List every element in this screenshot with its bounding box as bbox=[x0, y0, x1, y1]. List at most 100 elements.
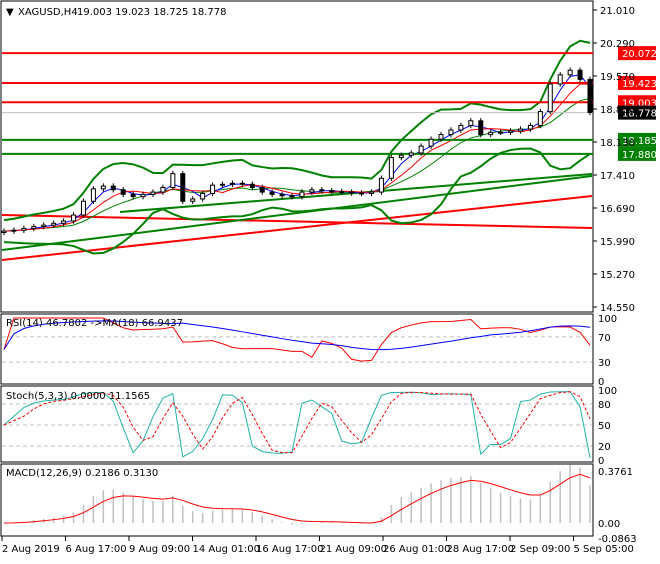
x-tick-label: 9 Aug 09:00 bbox=[129, 544, 190, 555]
candle-body bbox=[130, 193, 136, 198]
rsi-y-label: 70 bbox=[598, 333, 611, 344]
candle-body bbox=[279, 193, 285, 197]
y-tick-label: 20.290 bbox=[600, 39, 635, 50]
candle-body bbox=[468, 120, 474, 126]
candle-body bbox=[160, 186, 166, 193]
candle-body bbox=[220, 183, 226, 186]
candle-body bbox=[170, 173, 176, 188]
main-panel-frame bbox=[0, 0, 594, 313]
rsi-title: RSI(14) 46.7802 ->MA(18) 66.9437 bbox=[6, 318, 183, 329]
y-tick-label: 15.990 bbox=[600, 237, 635, 248]
stoch-y-label: 50 bbox=[598, 421, 611, 432]
chart-canvas[interactable]: 20.07219.42319.00318.77818.18517.88021.0… bbox=[0, 0, 660, 560]
candle-body bbox=[309, 189, 315, 193]
candle-body bbox=[498, 131, 504, 134]
candle-body bbox=[517, 128, 523, 132]
candle-body bbox=[508, 130, 514, 133]
candle-body bbox=[239, 182, 245, 185]
candle-body bbox=[378, 177, 384, 193]
candle-body bbox=[458, 124, 464, 131]
candle-body bbox=[478, 120, 484, 136]
y-tick-label: 15.270 bbox=[600, 270, 635, 281]
candle-body bbox=[587, 78, 593, 114]
y-tick-label: 21.010 bbox=[600, 6, 635, 17]
x-tick-label: 2 Sep 09:00 bbox=[510, 544, 570, 555]
candle-body bbox=[31, 226, 37, 229]
stoch-title: Stoch(5,3,3) 0.0000 11.1565 bbox=[6, 391, 150, 402]
candle-body bbox=[349, 191, 355, 194]
candle-body bbox=[368, 191, 374, 194]
green-trendline-long bbox=[1, 175, 593, 251]
red-trendline-flat bbox=[1, 214, 593, 229]
candle-body bbox=[150, 191, 156, 195]
y-tick-label: 17.410 bbox=[600, 171, 635, 182]
candle-body bbox=[428, 138, 434, 147]
candle-body bbox=[210, 184, 216, 194]
symbol-label: XAGUSD,H4 bbox=[18, 7, 78, 18]
candle-body bbox=[11, 229, 17, 232]
y-tick-label: 19.570 bbox=[600, 72, 635, 83]
dropdown-triangle-icon[interactable]: ▼ bbox=[6, 7, 14, 18]
macd-y-label: -0.0863 bbox=[598, 534, 637, 545]
level-tag-label: 17.880 bbox=[622, 150, 657, 161]
level-tag-label: 20.072 bbox=[622, 49, 657, 60]
ma-slow-line bbox=[3, 83, 591, 232]
candle-body bbox=[577, 69, 583, 80]
candle-body bbox=[100, 185, 106, 190]
y-tick-label: 16.690 bbox=[600, 204, 635, 215]
candle-body bbox=[200, 192, 206, 200]
candle-body bbox=[71, 214, 77, 222]
rsi-y-label: 100 bbox=[598, 314, 617, 325]
candle-body bbox=[190, 198, 196, 202]
candle-body bbox=[339, 191, 345, 194]
candle-body bbox=[418, 145, 424, 154]
stoch-y-label: 0 bbox=[598, 456, 604, 467]
candle-body bbox=[61, 220, 67, 224]
x-tick-label: 6 Aug 17:00 bbox=[66, 544, 127, 555]
macd-y-label: 0.3761 bbox=[598, 467, 633, 478]
candle-body bbox=[329, 190, 335, 193]
x-tick-label: 21 Aug 09:00 bbox=[320, 544, 387, 555]
stoch-y-label: 80 bbox=[598, 400, 611, 411]
candle-body bbox=[567, 69, 573, 76]
candle-body bbox=[140, 193, 146, 198]
red-trendline-rising bbox=[1, 195, 593, 261]
stoch-y-label: 100 bbox=[598, 386, 617, 397]
candle-body bbox=[120, 189, 126, 195]
candle-body bbox=[448, 129, 454, 136]
chart-window: 20.072 19.423 19.003 18.778 18.185 17.880 21.0… bbox=[0, 0, 660, 560]
candle-body bbox=[249, 183, 255, 188]
stoch-y-label: 20 bbox=[598, 442, 611, 453]
y-tick-label: 18.130 bbox=[600, 138, 635, 149]
y-tick-label: 18.850 bbox=[600, 105, 635, 116]
candle-body bbox=[359, 192, 365, 195]
candle-body bbox=[537, 111, 543, 126]
ohlc-readout: 19.003 19.023 18.725 18.778 bbox=[77, 7, 227, 18]
macd-y-label: 0.00 bbox=[598, 519, 620, 530]
candle-body bbox=[80, 200, 86, 216]
candle-body bbox=[51, 222, 57, 226]
candle-body bbox=[1, 230, 7, 234]
candle-body bbox=[557, 74, 563, 85]
x-tick-label: 2 Aug 2019 bbox=[2, 544, 60, 555]
candle-body bbox=[289, 195, 295, 198]
x-tick-label: 28 Aug 17:00 bbox=[447, 544, 514, 555]
candle-body bbox=[438, 134, 444, 140]
candle-body bbox=[229, 182, 235, 185]
candle-body bbox=[408, 152, 414, 156]
candle-body bbox=[388, 157, 394, 179]
candle-body bbox=[547, 83, 553, 113]
candle-body bbox=[527, 124, 533, 130]
candle-body bbox=[269, 191, 275, 195]
candle-body bbox=[41, 224, 47, 228]
x-tick-label: 16 Aug 17:00 bbox=[256, 544, 323, 555]
candle-body bbox=[259, 186, 265, 193]
y-tick-label: 14.550 bbox=[600, 303, 635, 314]
x-tick-label: 5 Sep 05:00 bbox=[574, 544, 634, 555]
candle-body bbox=[488, 131, 494, 136]
candle-body bbox=[398, 154, 404, 159]
candle-body bbox=[299, 191, 305, 198]
x-tick-label: 14 Aug 01:00 bbox=[193, 544, 260, 555]
macd-signal-line bbox=[3, 473, 591, 524]
candle-body bbox=[110, 185, 116, 191]
